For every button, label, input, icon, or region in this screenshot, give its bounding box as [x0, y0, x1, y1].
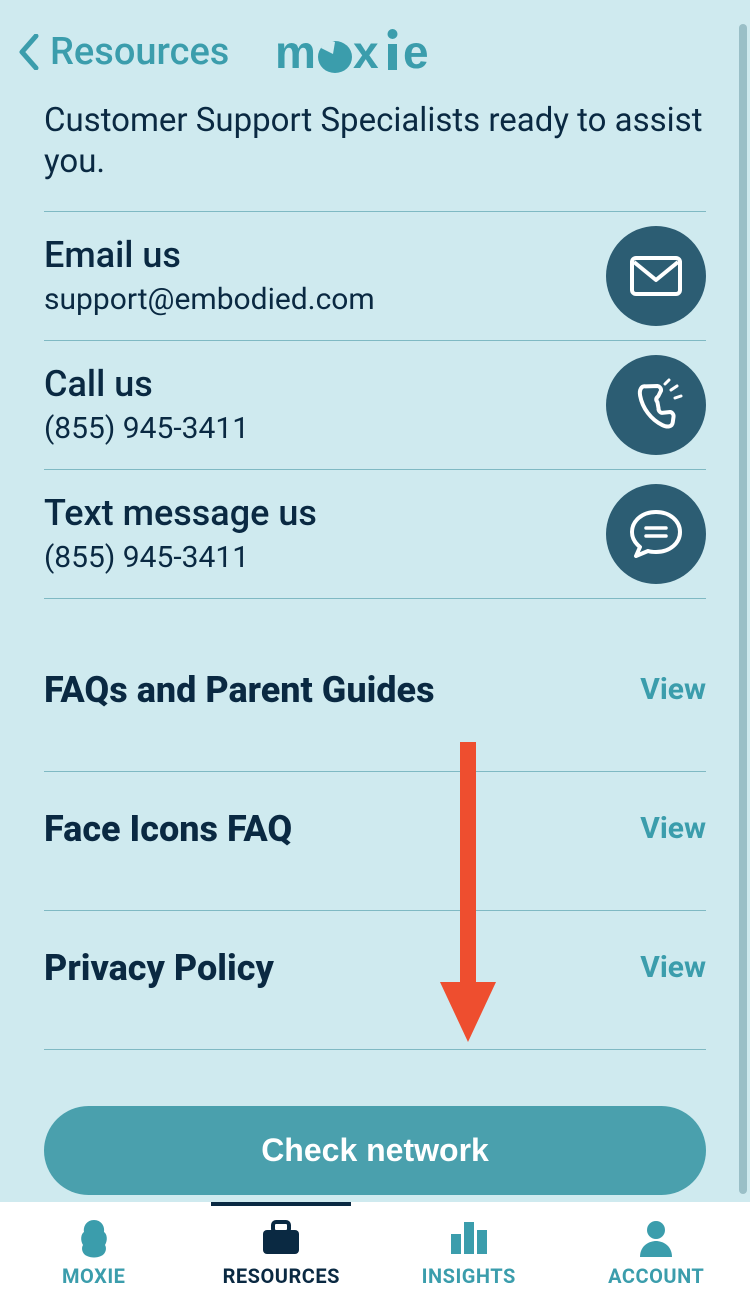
view-link[interactable]: View [640, 811, 706, 846]
bar-chart-icon [449, 1218, 489, 1258]
tab-label: INSIGHTS [422, 1264, 516, 1288]
tab-insights[interactable]: INSIGHTS [375, 1202, 563, 1304]
tab-account[interactable]: ACCOUNT [563, 1202, 750, 1304]
section-title: Face Icons FAQ [44, 808, 292, 850]
phone-icon[interactable] [606, 355, 706, 455]
section-title: FAQs and Parent Guides [44, 669, 435, 711]
person-icon [636, 1218, 676, 1258]
contact-sub: (855) 945-3411 [44, 540, 317, 575]
tab-moxie[interactable]: MOXIE [0, 1202, 188, 1304]
section-faqs[interactable]: FAQs and Parent Guides View [44, 633, 706, 772]
svg-text:x: x [353, 26, 379, 76]
intro-text: Customer Support Specialists ready to as… [44, 94, 706, 211]
contact-title: Call us [44, 363, 249, 405]
header: Resources m x e [0, 0, 750, 94]
section-privacy[interactable]: Privacy Policy View [44, 911, 706, 1050]
contact-row-email[interactable]: Email us support@embodied.com [44, 211, 706, 340]
tab-resources[interactable]: RESOURCES [188, 1202, 376, 1304]
contact-title: Text message us [44, 492, 317, 534]
view-link[interactable]: View [640, 672, 706, 707]
view-link[interactable]: View [640, 950, 706, 985]
moxie-icon [74, 1218, 114, 1258]
contact-row-call[interactable]: Call us (855) 945-3411 [44, 340, 706, 469]
mail-icon[interactable] [606, 226, 706, 326]
tab-label: MOXIE [62, 1264, 125, 1288]
tab-bar: MOXIE RESOURCES INSIGHTS ACCOUNT [0, 1202, 750, 1304]
chevron-left-icon [18, 34, 40, 70]
contact-row-text[interactable]: Text message us (855) 945-3411 [44, 469, 706, 599]
logo-text: m [275, 26, 314, 76]
contact-title: Email us [44, 234, 375, 276]
tab-label: ACCOUNT [608, 1264, 704, 1288]
tab-label: RESOURCES [223, 1264, 340, 1288]
svg-text:e: e [403, 26, 428, 76]
app-logo: m x e [275, 26, 475, 80]
chat-icon[interactable] [606, 484, 706, 584]
contact-sub: (855) 945-3411 [44, 411, 249, 446]
briefcase-icon [261, 1218, 301, 1258]
scrollbar[interactable] [739, 24, 747, 1194]
section-title: Privacy Policy [44, 947, 274, 989]
back-button[interactable]: Resources [18, 30, 229, 74]
check-network-button[interactable]: Check network [44, 1106, 706, 1195]
section-face-icons[interactable]: Face Icons FAQ View [44, 772, 706, 911]
main-content: Customer Support Specialists ready to as… [0, 94, 750, 1195]
contact-sub: support@embodied.com [44, 282, 375, 317]
header-title: Resources [50, 30, 229, 74]
